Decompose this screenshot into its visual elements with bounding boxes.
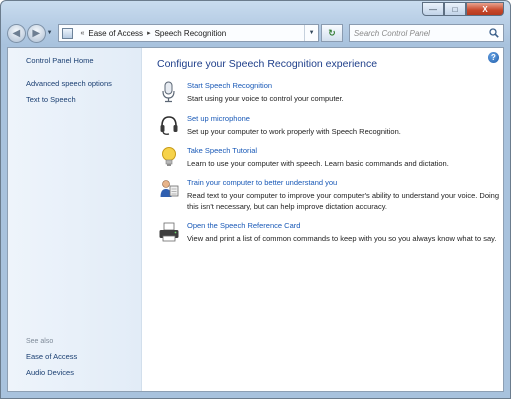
help-icon[interactable]: ?	[488, 52, 499, 63]
take-speech-tutorial-link[interactable]: Take Speech Tutorial	[187, 146, 257, 155]
sidebar-item-text-to-speech[interactable]: Text to Speech	[26, 95, 76, 104]
task-description: Read text to your computer to improve yo…	[187, 191, 500, 211]
recent-pages-dropdown[interactable]: ▼	[47, 30, 55, 36]
content-area: Control Panel Home Advanced speech optio…	[7, 47, 504, 392]
forward-button[interactable]: ▶	[26, 23, 46, 43]
caption-buttons: — □ X	[422, 2, 504, 16]
breadcrumb-separator-icon[interactable]: ▸	[147, 29, 151, 37]
user-train-icon	[160, 180, 179, 197]
search-box[interactable]	[348, 24, 504, 42]
see-also-label: See also	[26, 338, 54, 345]
lightbulb-icon	[162, 147, 176, 166]
task-description: Learn to use your computer with speech. …	[187, 159, 449, 168]
maximize-button[interactable]: □	[444, 2, 466, 16]
back-button[interactable]: ◀	[7, 23, 26, 43]
control-panel-icon	[62, 27, 74, 39]
breadcrumb-speech-recognition[interactable]: Speech Recognition	[155, 29, 227, 38]
headset-icon	[160, 116, 178, 135]
breadcrumb-overflow[interactable]: «	[80, 30, 84, 37]
page-title: Configure your Speech Recognition experi…	[157, 58, 378, 70]
train-your-computer-link[interactable]: Train your computer to better understand…	[187, 178, 337, 187]
address-bar[interactable]: « Ease of Access ▸ Speech Recognition ▼	[58, 24, 320, 42]
forward-arrow-icon: ▶	[32, 27, 41, 39]
breadcrumb-ease-of-access[interactable]: Ease of Access	[88, 29, 143, 38]
task-description: Start using your voice to control your c…	[187, 94, 344, 103]
address-dropdown-icon[interactable]: ▼	[304, 25, 318, 41]
sidebar-item-control-panel-home[interactable]: Control Panel Home	[26, 56, 94, 65]
refresh-icon: ↻	[328, 27, 336, 38]
task-description: Set up your computer to work properly wi…	[187, 127, 401, 136]
window: — □ X ◀ ▶ ▼ « Ease of Access ▸ Speech Re…	[0, 0, 511, 399]
minimize-button[interactable]: —	[422, 2, 444, 16]
set-up-microphone-link[interactable]: Set up microphone	[187, 114, 250, 123]
refresh-button[interactable]: ↻	[321, 24, 343, 42]
sidebar: Control Panel Home Advanced speech optio…	[8, 48, 142, 391]
microphone-icon	[162, 81, 175, 103]
back-arrow-icon: ◀	[12, 27, 21, 39]
navigation-bar: ◀ ▶ ▼ « Ease of Access ▸ Speech Recognit…	[7, 21, 504, 45]
sidebar-item-advanced-speech-options[interactable]: Advanced speech options	[26, 79, 112, 88]
search-input[interactable]	[353, 28, 484, 38]
close-button[interactable]: X	[466, 2, 504, 16]
start-speech-recognition-link[interactable]: Start Speech Recognition	[187, 81, 272, 90]
task-description: View and print a list of common commands…	[187, 234, 497, 243]
sidebar-item-audio-devices[interactable]: Audio Devices	[26, 368, 74, 377]
search-icon[interactable]	[489, 28, 499, 38]
open-speech-reference-card-link[interactable]: Open the Speech Reference Card	[187, 221, 300, 230]
sidebar-item-ease-of-access[interactable]: Ease of Access	[26, 352, 77, 361]
printer-icon	[159, 222, 179, 242]
